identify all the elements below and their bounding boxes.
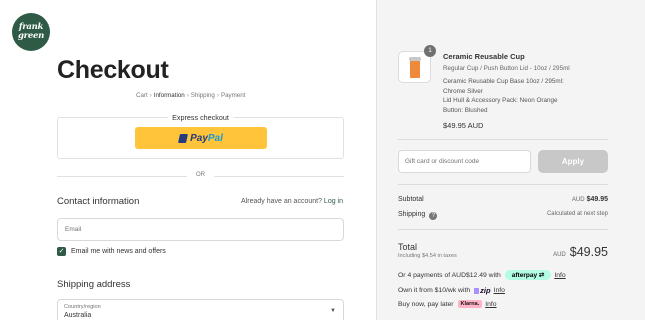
divider-line [214, 176, 344, 177]
product-option-line: Button: Blushed [443, 106, 488, 114]
breadcrumb-shipping: Shipping [190, 92, 215, 99]
breadcrumb: Cart › Information › Shipping › Payment [136, 92, 245, 99]
total-value: $49.95 [569, 245, 608, 259]
product-options: Ceramic Reusable Cup Base 10oz / 295ml: … [443, 77, 564, 115]
paypal-pal-text: Pal [207, 132, 223, 144]
paypal-icon [178, 133, 189, 143]
discount-code-input[interactable]: Gift card or discount code [398, 150, 531, 173]
breadcrumb-cart[interactable]: Cart [136, 92, 148, 99]
subtotal-amount: AUD $49.95 [572, 196, 608, 203]
afterpay-text: Or 4 payments of AUD$12.49 with [398, 271, 501, 279]
product-variant: Regular Cup / Push Button Lid - 10oz / 2… [443, 65, 570, 72]
klarna-offer: Buy now, pay later Klarna. Info [398, 300, 497, 308]
login-prompt: Already have an account? [241, 198, 322, 205]
email-placeholder: Email [65, 226, 82, 233]
logo-text-line2: green [18, 31, 44, 41]
divider-line [57, 176, 187, 177]
breadcrumb-payment: Payment [220, 92, 246, 99]
breadcrumb-information: Information [153, 92, 185, 99]
summary-divider [398, 139, 608, 140]
product-name: Ceramic Reusable Cup [443, 52, 525, 61]
afterpay-logo: afterpay ⇄ [504, 270, 552, 280]
express-checkout-label: Express checkout [167, 113, 234, 122]
help-icon[interactable]: ? [429, 212, 438, 220]
subtotal-row: Subtotal AUD $49.95 [398, 196, 608, 203]
chevron-right-icon: › [149, 92, 152, 99]
chevron-down-icon: ▼ [330, 308, 336, 314]
express-checkout-box: Express checkout Pay Pal [57, 113, 344, 159]
shipping-label: Shipping [398, 211, 426, 218]
afterpay-offer: Or 4 payments of AUD$12.49 with afterpay… [398, 270, 566, 280]
chevron-right-icon: › [186, 92, 189, 99]
product-option-line: Ceramic Reusable Cup Base 10oz / 295ml: [443, 78, 564, 85]
zip-text: Own it from $10/wk with [398, 287, 471, 294]
summary-divider [398, 184, 608, 185]
shipping-address-title: Shipping address [57, 279, 131, 290]
country-value: Australia [64, 312, 92, 319]
chevron-right-icon: › [216, 92, 219, 99]
cup-lid-image [409, 57, 421, 61]
login-link[interactable]: Log in [324, 198, 343, 205]
country-select[interactable]: Country/region Australia ▼ [57, 299, 344, 320]
paypal-pay-text: Pay [190, 132, 208, 144]
login-hint: Already have an account? Log in [241, 198, 343, 205]
apply-button[interactable]: Apply [538, 150, 608, 173]
page-title: Checkout [57, 56, 169, 84]
subtotal-label: Subtotal [398, 196, 424, 203]
contact-information-title: Contact information [57, 196, 140, 207]
shipping-value: Calculated at next step [546, 211, 608, 217]
product-price: $49.95 AUD [443, 121, 484, 130]
klarna-logo: Klarna. [457, 300, 483, 308]
newsletter-option[interactable]: ✓ Email me with news and offers [57, 247, 166, 256]
total-amount: AUD $49.95 [553, 243, 608, 261]
subtotal-value: $49.95 [586, 196, 608, 203]
paypal-button[interactable]: Pay Pal [135, 127, 267, 149]
zip-info-link[interactable]: Info [494, 287, 505, 294]
newsletter-label: Email me with news and offers [71, 248, 166, 255]
quantity-badge: 1 [424, 45, 436, 57]
or-divider: OR [57, 172, 344, 178]
product-option-line: Lid Hull & Accessory Pack: Neon Orange [443, 97, 558, 104]
klarna-info-link[interactable]: Info [485, 301, 496, 308]
zip-mark-icon [474, 287, 480, 294]
or-text: OR [196, 172, 205, 178]
brand-logo[interactable]: frank green [12, 13, 50, 51]
afterpay-info-link[interactable]: Info [554, 272, 565, 279]
total-row: Total Including $4.54 in taxes AUD $49.95 [398, 242, 608, 259]
zip-logo: zip [474, 286, 491, 295]
afterpay-brand: afterpay [511, 272, 538, 279]
shipping-row: Shipping? Calculated at next step [398, 211, 608, 220]
email-field[interactable]: Email [57, 218, 344, 241]
cup-image [410, 59, 420, 78]
product-option-line: Chrome Silver [443, 87, 483, 95]
zip-offer: Own it from $10/wk with zip Info [398, 286, 505, 295]
newsletter-checkbox[interactable]: ✓ [57, 247, 66, 256]
summary-divider [398, 229, 608, 230]
country-label: Country/region [64, 304, 101, 310]
zip-brand: zip [480, 286, 491, 295]
discount-placeholder: Gift card or discount code [405, 158, 480, 165]
total-currency: AUD [553, 252, 566, 258]
checkout-main-panel: frank green Checkout Cart › Information › Sh… [0, 0, 377, 320]
klarna-text: Buy now, pay later [398, 300, 454, 308]
subtotal-currency: AUD [571, 197, 585, 203]
